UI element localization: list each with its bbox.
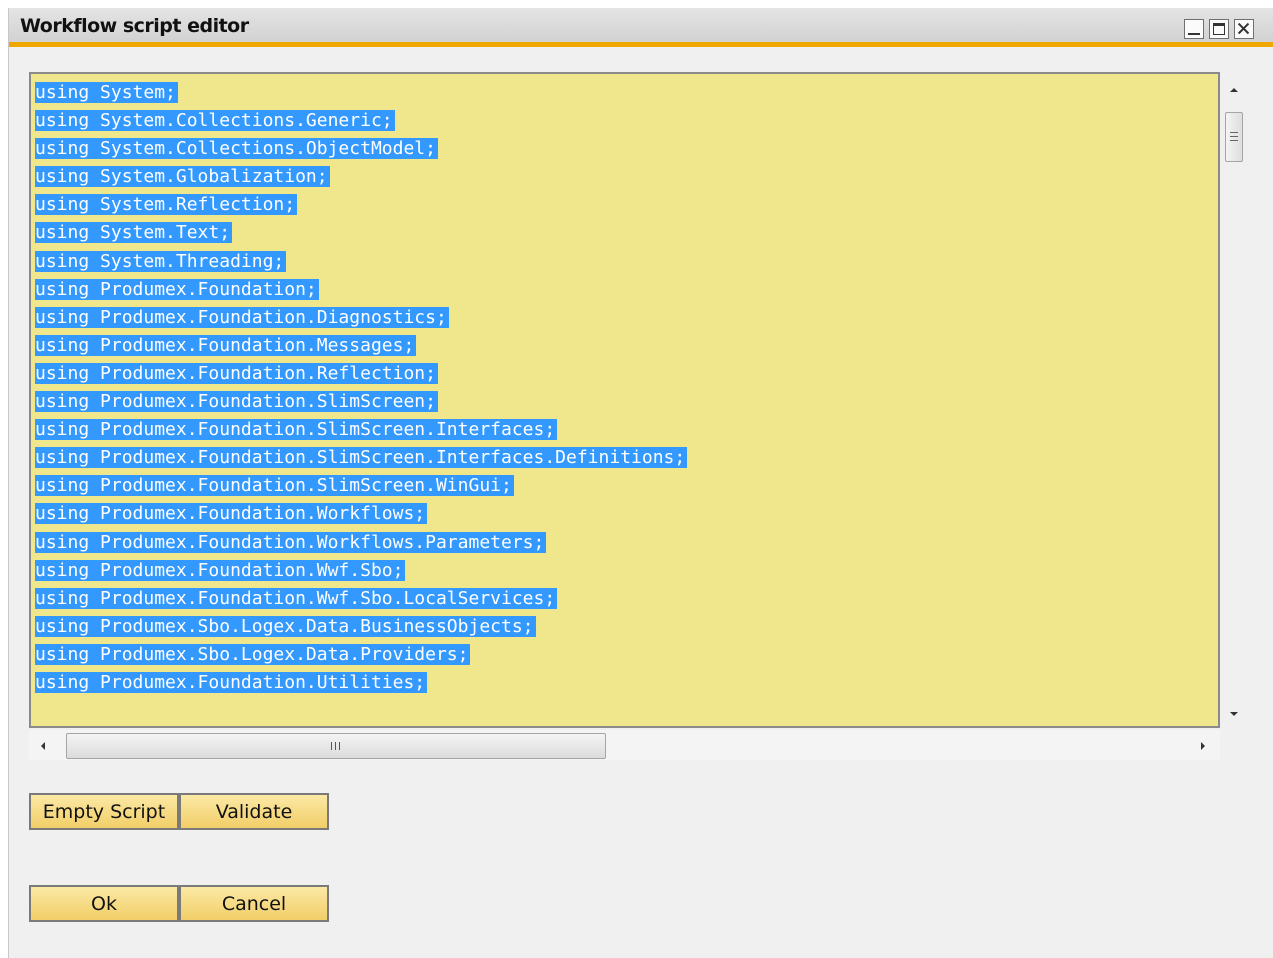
code-line[interactable]: using Produmex.Sbo.Logex.Data.Providers; xyxy=(35,641,687,669)
code-line[interactable]: using Produmex.Foundation.SlimScreen.Win… xyxy=(35,472,687,500)
code-line-text: using Produmex.Sbo.Logex.Data.Providers; xyxy=(35,643,471,665)
code-line-text: using System.Collections.ObjectModel; xyxy=(35,138,438,160)
code-line-text: using Produmex.Foundation.SlimScreen.Int… xyxy=(35,447,688,469)
minimize-icon xyxy=(1188,33,1200,35)
code-line[interactable]: using System.Reflection; xyxy=(35,191,687,219)
vertical-scrollbar[interactable] xyxy=(1222,74,1246,730)
code-line[interactable]: using Produmex.Foundation.SlimScreen; xyxy=(35,388,687,416)
cancel-button[interactable]: Cancel xyxy=(179,885,329,922)
vertical-scroll-thumb[interactable] xyxy=(1225,112,1243,162)
code-line-text: using System; xyxy=(35,82,178,103)
code-line-text: using Produmex.Foundation.SlimScreen; xyxy=(35,391,438,413)
code-line[interactable]: using System.Collections.ObjectModel; xyxy=(35,135,687,163)
code-line-text: using Produmex.Foundation.Wwf.Sbo.LocalS… xyxy=(35,587,558,609)
code-line[interactable]: using Produmex.Foundation.SlimScreen.Int… xyxy=(35,444,688,472)
code-line[interactable]: using Produmex.Foundation; xyxy=(35,276,687,304)
code-line-text: using System.Text; xyxy=(35,222,233,244)
workflow-script-editor-window: Workflow script editor using System; usin… xyxy=(8,8,1273,958)
code-line[interactable]: using Produmex.Foundation.Workflows.Para… xyxy=(35,529,687,557)
validate-button[interactable]: Validate xyxy=(179,793,329,830)
script-code-area[interactable]: using System; using System.Collections.Ge… xyxy=(35,79,688,697)
minimize-button[interactable] xyxy=(1184,19,1204,39)
code-line-text: using Produmex.Foundation.Messages; xyxy=(35,334,417,356)
code-line[interactable]: using Produmex.Foundation.Wwf.Sbo.LocalS… xyxy=(35,585,687,613)
code-line[interactable]: using System.Globalization; xyxy=(35,163,687,191)
code-line-text: using Produmex.Foundation.Utilities; xyxy=(35,671,428,693)
code-line-text: using Produmex.Sbo.Logex.Data.BusinessOb… xyxy=(35,615,536,637)
code-line[interactable]: using Produmex.Foundation.Reflection; xyxy=(35,360,687,388)
arrow-right-icon[interactable] xyxy=(1199,740,1207,752)
horizontal-scroll-thumb[interactable] xyxy=(66,733,606,759)
code-line-text: using Produmex.Foundation.Workflows; xyxy=(35,503,428,525)
title-bar[interactable]: Workflow script editor xyxy=(9,8,1273,47)
code-line-text: using Produmex.Foundation; xyxy=(35,278,319,300)
close-icon xyxy=(1237,22,1250,35)
arrow-up-icon[interactable] xyxy=(1228,86,1240,94)
code-line-text: using System.Threading; xyxy=(35,250,287,272)
code-line-text: using Produmex.Foundation.Reflection; xyxy=(35,362,438,384)
code-line[interactable]: using Produmex.Sbo.Logex.Data.BusinessOb… xyxy=(35,613,687,641)
code-line-text: using System.Collections.Generic; xyxy=(35,110,395,132)
empty-script-button[interactable]: Empty Script xyxy=(29,793,179,830)
maximize-button[interactable] xyxy=(1209,19,1229,39)
maximize-icon xyxy=(1213,23,1225,35)
code-line-text: using Produmex.Foundation.Workflows.Para… xyxy=(35,531,547,553)
code-line[interactable]: using System; xyxy=(35,79,687,107)
code-line[interactable]: using System.Threading; xyxy=(35,248,687,276)
script-editor[interactable]: using System; using System.Collections.Ge… xyxy=(29,72,1220,728)
code-line-text: using System.Reflection; xyxy=(35,194,298,216)
code-line[interactable]: using Produmex.Foundation.Workflows; xyxy=(35,500,687,528)
code-line[interactable]: using Produmex.Foundation.Utilities; xyxy=(35,669,687,697)
code-line[interactable]: using Produmex.Foundation.Messages; xyxy=(35,332,687,360)
code-line[interactable]: using Produmex.Foundation.SlimScreen.Int… xyxy=(35,416,687,444)
code-line[interactable]: using Produmex.Foundation.Diagnostics; xyxy=(35,304,687,332)
close-button[interactable] xyxy=(1234,19,1254,39)
code-line-text: using Produmex.Foundation.Wwf.Sbo; xyxy=(35,559,406,581)
code-line-text: using Produmex.Foundation.SlimScreen.Win… xyxy=(35,475,514,497)
code-line[interactable]: using System.Text; xyxy=(35,219,687,247)
horizontal-scrollbar[interactable] xyxy=(29,730,1220,760)
code-line-text: using Produmex.Foundation.SlimScreen.Int… xyxy=(35,419,558,441)
arrow-left-icon[interactable] xyxy=(39,740,47,752)
window-title: Workflow script editor xyxy=(20,15,249,37)
code-line[interactable]: using Produmex.Foundation.Wwf.Sbo; xyxy=(35,557,687,585)
code-line-text: using Produmex.Foundation.Diagnostics; xyxy=(35,306,449,328)
code-line[interactable]: using System.Collections.Generic; xyxy=(35,107,687,135)
ok-button[interactable]: Ok xyxy=(29,885,179,922)
code-line-text: using System.Globalization; xyxy=(35,166,330,188)
arrow-down-icon[interactable] xyxy=(1228,710,1240,718)
